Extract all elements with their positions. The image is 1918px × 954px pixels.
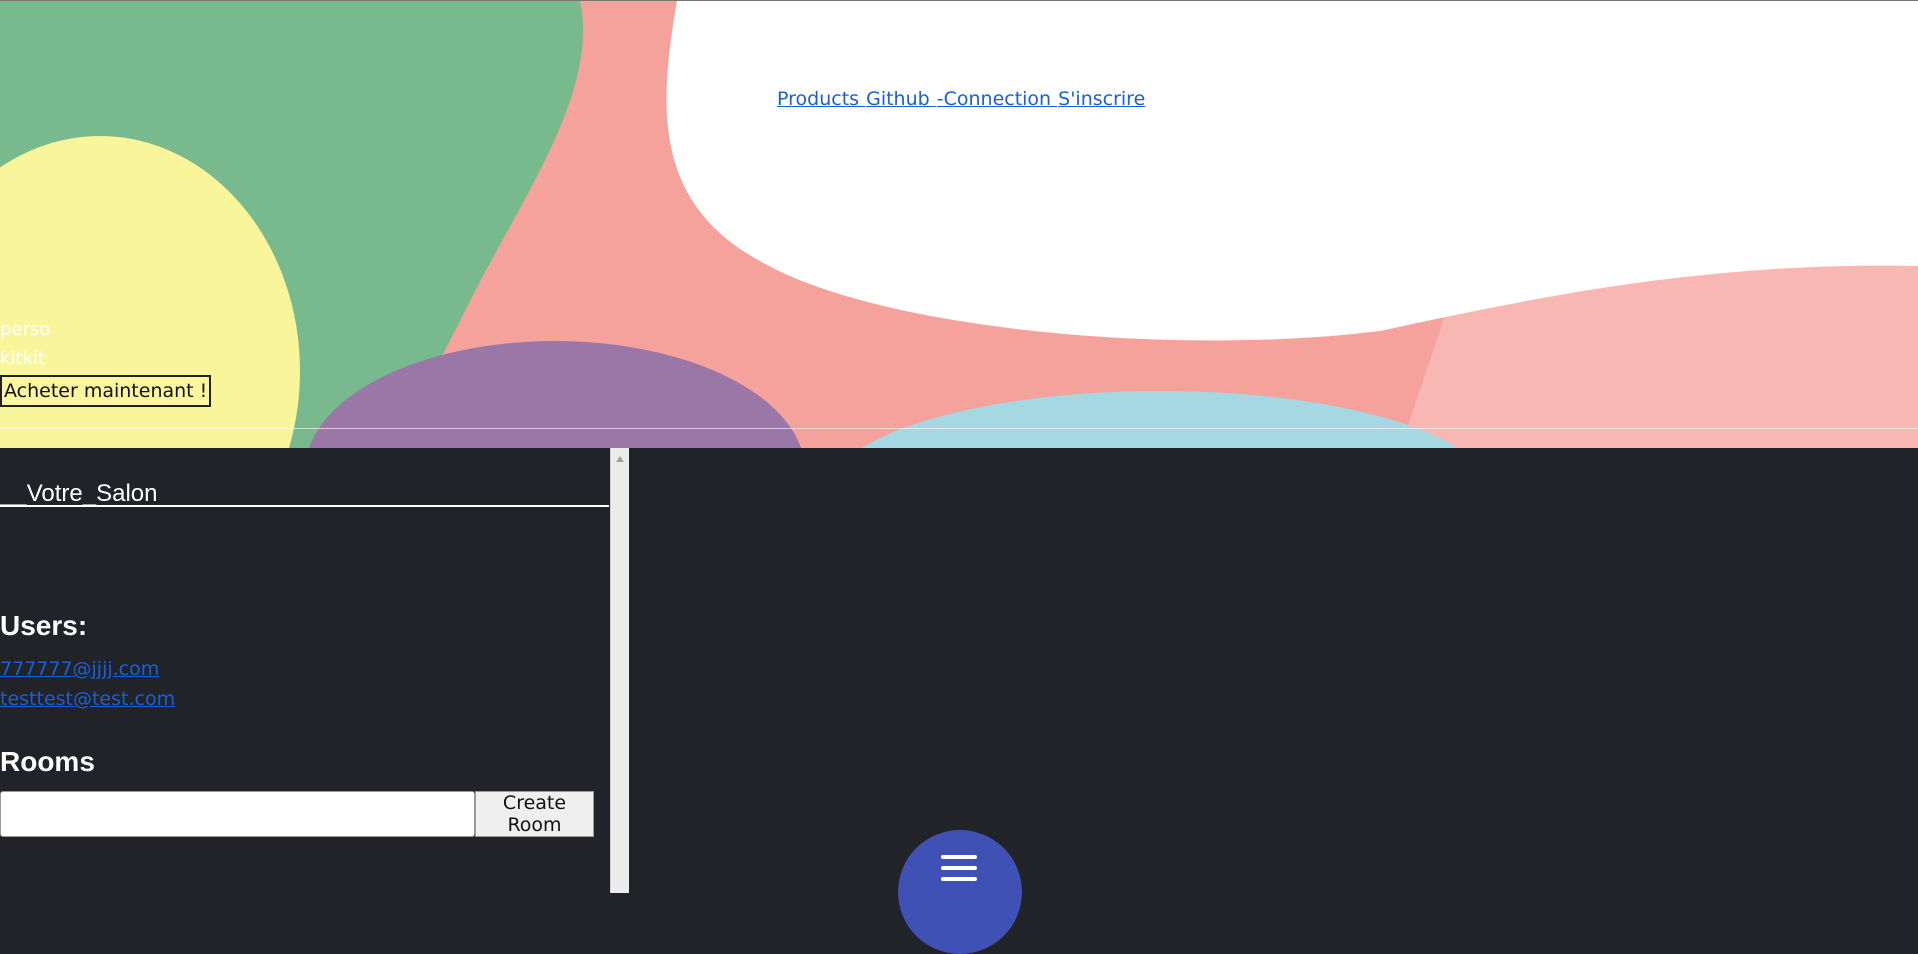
salon-title: __Votre_Salon — [0, 480, 158, 507]
hero-banner: Products Github -Connection S'inscrire S… — [0, 0, 1918, 448]
room-name-input[interactable] — [0, 791, 475, 837]
nav-link-connection[interactable]: -Connection — [937, 88, 1057, 110]
hero-line-2: kitkit — [0, 348, 45, 369]
top-nav: Products Github -Connection S'inscrire — [777, 88, 1146, 110]
salon-title-underline — [0, 505, 609, 507]
scroll-up-arrow-icon[interactable] — [616, 456, 624, 462]
rooms-heading: Rooms — [0, 746, 95, 777]
create-room-button[interactable]: Create Room — [475, 791, 594, 837]
user-link[interactable]: 777777@jjjj.com — [0, 658, 159, 680]
nav-link-signup[interactable]: S'inscrire — [1058, 88, 1145, 110]
menu-fab-button[interactable] — [898, 830, 1022, 954]
hero-line-1: perso — [0, 319, 51, 340]
users-heading: Users: — [0, 610, 88, 641]
hero-divider — [0, 428, 1918, 429]
hero-background-art — [0, 1, 1918, 448]
hero-ghost-title: Shop — [818, 197, 938, 255]
sidebar-scrollbar[interactable] — [610, 448, 629, 893]
nav-link-github[interactable]: Github — [866, 88, 936, 110]
user-link[interactable]: testtest@test.com — [0, 688, 175, 710]
nav-link-products[interactable]: Products — [777, 88, 865, 110]
buy-now-button[interactable]: Acheter maintenant ! — [0, 375, 212, 407]
